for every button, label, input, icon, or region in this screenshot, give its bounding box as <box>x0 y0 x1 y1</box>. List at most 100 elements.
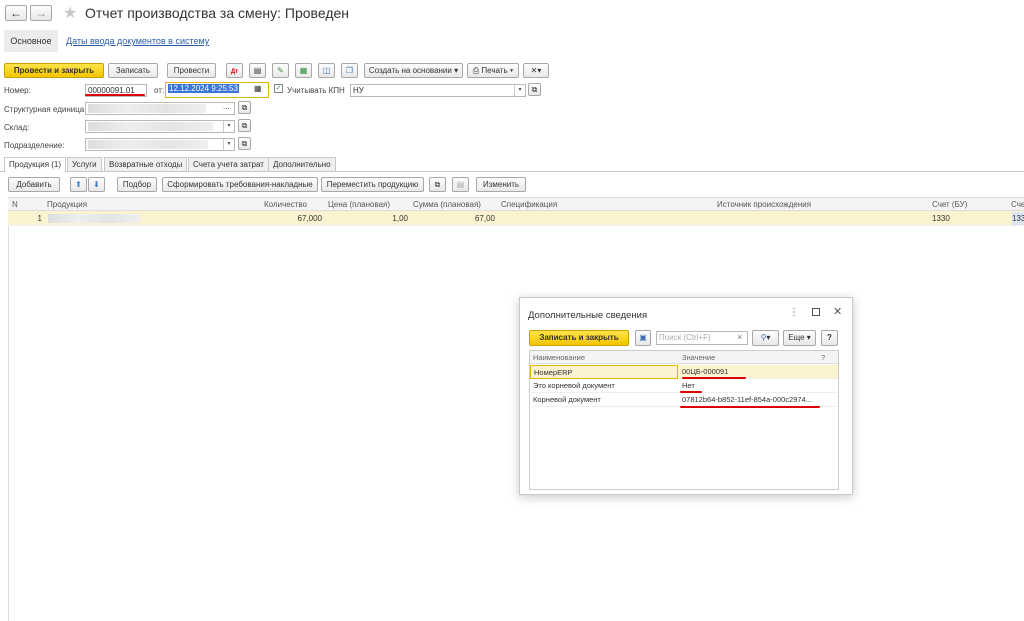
row-account-2: 133 <box>1012 212 1024 225</box>
more-label: Еще <box>788 333 805 342</box>
post-and-close-button[interactable]: Провести и закрыть <box>4 63 104 78</box>
favorite-star-icon[interactable]: ★ <box>63 3 77 23</box>
dialog-row-value: Нет <box>682 381 695 390</box>
print-label: Печать <box>481 66 508 75</box>
date-label: от: <box>154 86 165 95</box>
save-disk-icon[interactable]: ▣ <box>635 330 651 346</box>
col-n[interactable]: N <box>12 198 32 211</box>
maximize-icon[interactable] <box>812 308 820 316</box>
table-body <box>8 226 1024 621</box>
more-vertical-icon[interactable]: ⋮ <box>789 307 799 318</box>
row-price: 1,00 <box>392 214 408 223</box>
settings-button[interactable]: ✕▾ <box>523 63 549 78</box>
nav-dates-link[interactable]: Даты ввода документов в систему <box>66 36 209 46</box>
date-value: 12.12.2024 9:25:53 <box>168 84 239 93</box>
save-button[interactable]: Записать <box>108 63 158 78</box>
row-sum: 67,00 <box>474 214 495 223</box>
paste-rows-icon[interactable]: ▤ <box>452 177 469 192</box>
pick-button[interactable]: Подбор <box>117 177 157 192</box>
dialog-more-button[interactable]: Еще ▾ <box>783 330 816 346</box>
col-account-more[interactable]: Сче <box>1011 198 1024 211</box>
search-button[interactable]: ⚲▾ <box>752 330 779 346</box>
col-origin[interactable]: Источник происхождения <box>717 198 917 211</box>
table-row[interactable] <box>8 211 1024 226</box>
tab-additional[interactable]: Дополнительно <box>268 157 336 171</box>
print-button[interactable]: ⎙ Печать ▾ <box>467 63 519 78</box>
tab-returnable-waste[interactable]: Возвратные отходы <box>104 157 188 171</box>
kpn-checkbox[interactable]: ✓ <box>274 84 283 93</box>
col-price[interactable]: Цена (плановая) <box>328 198 408 211</box>
warehouse-label: Склад: <box>4 123 30 132</box>
nav-main-tab[interactable]: Основное <box>4 30 58 52</box>
chevron-down-icon[interactable]: ▾ <box>223 121 234 132</box>
dialog-row-name: Это корневой документ <box>533 381 615 390</box>
col-account-bu[interactable]: Счет (БУ) <box>932 198 1002 211</box>
open-icon[interactable]: ⧉ <box>238 101 251 114</box>
row-quantity: 67,000 <box>297 214 322 223</box>
page-title: Отчет производства за смену: Проведен <box>85 5 350 21</box>
annotation-underline <box>680 406 820 408</box>
dialog-row-name: НомерERP <box>530 365 678 379</box>
tabs-divider <box>0 171 1024 172</box>
dialog-col-value[interactable]: Значение <box>682 352 715 364</box>
dialog-row-value: 07812b64-b852-11ef-854a-000c2974... <box>682 395 812 404</box>
search-icon: ⚲ <box>760 333 767 342</box>
blurred-value <box>88 140 208 149</box>
ellipsis-icon[interactable]: ... <box>223 102 230 111</box>
calendar-icon[interactable]: ▦ <box>254 84 262 93</box>
structure-icon[interactable]: ▦ <box>295 63 312 78</box>
copy-doc-icon[interactable]: ❐ <box>341 63 358 78</box>
create-based-label: Создать на основании <box>368 66 452 75</box>
attach-icon[interactable]: ◫ <box>318 63 335 78</box>
change-button[interactable]: Изменить <box>476 177 526 192</box>
move-products-button[interactable]: Переместить продукцию <box>321 177 424 192</box>
dialog-title: Дополнительные сведения <box>528 310 648 321</box>
tools-icon: ✕ <box>530 66 538 75</box>
copy-rows-icon[interactable]: ⧉ <box>429 177 446 192</box>
kpn-label: Учитывать КПН <box>287 86 345 95</box>
unit-label: Структурная единица: <box>4 105 87 114</box>
chevron-down-icon[interactable]: ▾ <box>223 139 234 150</box>
forward-arrow-icon: → <box>35 6 47 20</box>
forward-button[interactable]: → <box>30 5 52 21</box>
post-button[interactable]: Провести <box>167 63 216 78</box>
create-based-on-button[interactable]: Создать на основании ▾ <box>364 63 463 78</box>
blurred-value <box>88 122 213 131</box>
open-icon[interactable]: ⧉ <box>238 119 251 132</box>
row-number: 1 <box>37 214 42 223</box>
move-down-icon[interactable]: ⬇ <box>88 177 105 192</box>
report-icon[interactable]: ▤ <box>249 63 266 78</box>
close-icon[interactable]: ✕ <box>833 305 842 318</box>
open-icon[interactable]: ⧉ <box>528 83 541 96</box>
tab-products[interactable]: Продукция (1) <box>4 157 67 172</box>
kpn-select[interactable]: НУ <box>350 84 526 97</box>
row-account: 1330 <box>932 214 950 223</box>
add-button[interactable]: Добавить <box>8 177 60 192</box>
chevron-down-icon[interactable]: ▾ <box>514 85 525 96</box>
clear-icon[interactable]: × <box>737 332 742 342</box>
back-button[interactable]: ← <box>5 5 27 21</box>
division-label: Подразделение: <box>4 141 65 150</box>
form-requirements-button[interactable]: Сформировать требования-накладные <box>162 177 318 192</box>
open-icon[interactable]: ⧉ <box>238 137 251 150</box>
blurred-value <box>88 104 206 113</box>
chevron-down-icon: ▾ <box>454 66 459 75</box>
move-up-icon[interactable]: ⬆ <box>70 177 87 192</box>
annotation-underline <box>85 94 145 96</box>
dialog-col-name[interactable]: Наименование <box>533 352 585 364</box>
col-specification[interactable]: Спецификация <box>501 198 701 211</box>
col-sum[interactable]: Сумма (плановая) <box>413 198 495 211</box>
tab-cost-accounts[interactable]: Счета учета затрат <box>188 157 269 171</box>
dt-kt-icon[interactable]: Дт <box>226 63 243 78</box>
dialog-col-help[interactable]: ? <box>821 352 825 364</box>
edit-icon[interactable]: ✎ <box>272 63 289 78</box>
number-label: Номер: <box>4 86 31 95</box>
dialog-search-input[interactable]: Поиск (Ctrl+F) <box>656 331 748 345</box>
blurred-product <box>48 214 140 223</box>
dialog-save-close-button[interactable]: Записать и закрыть <box>529 330 629 346</box>
dialog-row-name: Корневой документ <box>533 395 601 404</box>
tab-services[interactable]: Услуги <box>67 157 102 171</box>
col-product[interactable]: Продукция <box>47 198 247 211</box>
printer-icon: ⎙ <box>472 66 480 75</box>
help-button[interactable]: ? <box>821 330 838 346</box>
